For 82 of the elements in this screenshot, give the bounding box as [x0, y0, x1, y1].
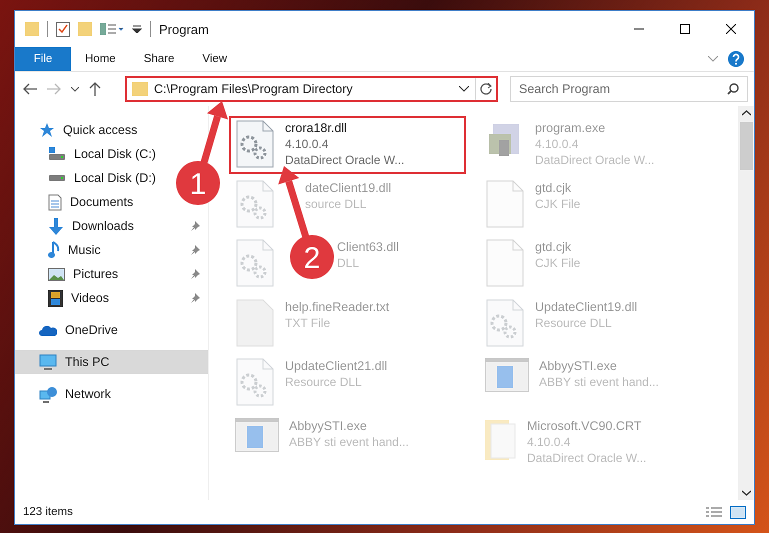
window-icon — [235, 418, 279, 452]
file-detail: DataDirect Oracle W... — [535, 152, 654, 168]
file-detail: ABBY sti event hand... — [289, 434, 409, 450]
gear-file-icon — [235, 180, 275, 228]
picture-icon — [48, 268, 65, 280]
address-field[interactable]: C:\Program Files\Program Directory — [125, 76, 498, 102]
scrollbar-thumb[interactable] — [740, 122, 752, 170]
ribbon-tab[interactable]: Share — [130, 47, 188, 71]
drive-icon — [48, 174, 66, 182]
chevron-down-icon[interactable] — [71, 86, 79, 92]
folder-icon — [132, 82, 148, 96]
film-icon — [48, 290, 63, 306]
maximize-icon — [680, 24, 690, 34]
window-icon — [485, 358, 529, 392]
back-icon[interactable] — [23, 83, 37, 95]
gear-file-icon — [485, 298, 525, 346]
file-name: crora18r.dll — [285, 120, 348, 136]
item-count: 123 items — [23, 506, 73, 518]
sidebar-item[interactable]: Music — [15, 238, 208, 262]
ribbon-tab[interactable]: Home — [71, 47, 130, 71]
callout-circle — [290, 235, 334, 279]
sidebar-item[interactable]: Documents — [15, 190, 142, 214]
folder-icon — [78, 22, 92, 36]
callout-circle — [176, 161, 220, 205]
sidebar-item[interactable]: Downloads — [15, 214, 208, 238]
sidebar-item[interactable]: Local Disk (C:) — [15, 142, 164, 166]
file-detail: Resource DLL — [285, 374, 363, 390]
window-title: Program — [159, 22, 209, 36]
ribbon-tab[interactable]: View — [188, 47, 242, 71]
help-icon[interactable] — [728, 51, 744, 67]
callout-number: 1 — [190, 168, 206, 201]
file-detail: ABBY sti event hand... — [539, 374, 659, 390]
chevron-down-icon[interactable] — [459, 86, 469, 92]
view-options-icon — [100, 23, 124, 35]
file-detail: DataDirect Oracle W... — [285, 152, 404, 168]
file-detail: CJK File — [535, 255, 580, 271]
properties-icon — [56, 21, 70, 37]
blank-file-icon — [485, 239, 525, 287]
sidebar-item[interactable]: This PC — [15, 350, 208, 374]
refresh-icon[interactable] — [480, 83, 492, 95]
file-item[interactable]: crora18r.dll 4.10.0.4 DataDirect Oracle W... — [229, 116, 466, 174]
dropdown-icon — [132, 25, 142, 33]
file-detail: DLL — [337, 255, 360, 271]
details-view-icon[interactable] — [706, 506, 722, 518]
cloud-icon — [39, 324, 57, 336]
sidebar-item[interactable]: Quick access — [15, 118, 146, 142]
close-icon — [726, 24, 736, 34]
file-detail: 4.10.0.4 — [285, 136, 330, 152]
ribbon-tab[interactable]: File — [15, 47, 71, 71]
text-file-icon — [235, 298, 275, 346]
blank-file-icon — [485, 180, 525, 228]
sidebar-item[interactable]: OneDrive — [15, 318, 126, 342]
network-icon — [39, 386, 57, 402]
star-icon — [39, 122, 55, 138]
file-detail: 4.10.0.4 — [527, 434, 572, 450]
search-icon — [727, 83, 739, 95]
file-detail: CJK File — [535, 196, 580, 212]
document-icon — [48, 194, 62, 210]
sidebar-item[interactable]: Pictures — [15, 262, 208, 286]
folder-icon — [25, 22, 39, 36]
drive-icon — [48, 147, 66, 161]
file-detail: 4.10.0.4 — [535, 136, 580, 152]
up-icon[interactable] — [89, 82, 101, 96]
music-note-icon — [48, 241, 60, 259]
file-detail: Resource DLL — [535, 314, 613, 330]
scroll-down-icon[interactable] — [742, 490, 750, 496]
scroll-up-icon[interactable] — [742, 110, 750, 116]
sidebar-item[interactable]: Local Disk (D:) — [15, 166, 164, 190]
monitor-icon — [39, 354, 57, 370]
sidebar-item[interactable]: Network — [15, 382, 119, 406]
folder-icon — [485, 418, 517, 462]
gear-file-icon — [235, 239, 275, 287]
gear-file-icon — [235, 120, 275, 168]
gear-file-icon — [235, 358, 275, 406]
large-icons-view-icon[interactable] — [730, 506, 746, 518]
file-detail: TXT File — [285, 314, 332, 330]
file-detail: DataDirect Oracle W... — [527, 450, 646, 466]
file-detail: source DLL — [305, 196, 368, 212]
download-icon — [48, 218, 64, 234]
callout-number: 2 — [304, 242, 320, 275]
search-field[interactable]: Search Program — [510, 76, 748, 102]
sidebar-item[interactable]: Videos — [15, 286, 208, 310]
